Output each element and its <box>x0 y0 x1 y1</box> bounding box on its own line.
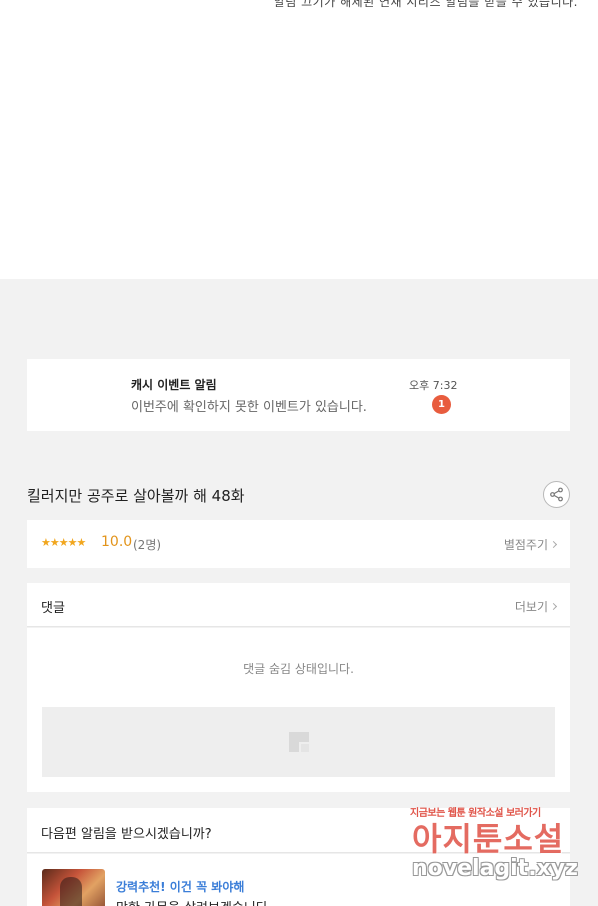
next-alarm-label: 다음편 알림을 받으시겠습니까? <box>41 827 212 842</box>
top-cut-text: 알림 끄기가 해제된 연재 시리즈 알림을 받을 수 있습니다. <box>273 0 578 9</box>
recommend-thumbnail <box>42 869 105 906</box>
recommend-tag: 강력추천! 이건 꼭 봐야해 <box>116 880 245 894</box>
episode-title: 킬러지만 공주로 살아볼까 해 48화 <box>27 487 245 505</box>
rating-count: (2명) <box>133 538 162 552</box>
recommend-item[interactable]: 강력추천! 이건 꼭 봐야해 망한 가문을 살려보겠습니다 <box>27 854 570 906</box>
notification-card[interactable]: 캐시 이벤트 알림 이번주에 확인하지 못한 이벤트가 있습니다. 오후 7:3… <box>27 359 570 431</box>
notification-body: 이번주에 확인하지 못한 이벤트가 있습니다. <box>131 400 367 415</box>
chevron-right-icon <box>549 540 558 549</box>
comments-body: 댓글 숨김 상태입니다. <box>27 628 570 792</box>
comments-hidden-message: 댓글 숨김 상태입니다. <box>243 662 354 676</box>
rating-bar: ★★★★★ 10.0 (2명) 별점주기 <box>27 520 570 568</box>
top-content-area: 알림 끄기가 해제된 연재 시리즈 알림을 받을 수 있습니다. <box>0 0 598 279</box>
rating-stars-icon: ★★★★★ <box>41 536 86 549</box>
next-alarm-header: 다음편 알림을 받으시겠습니까? <box>27 808 570 853</box>
chevron-right-icon <box>549 602 558 611</box>
recommend-title: 망한 가문을 살려보겠습니다 <box>116 897 268 906</box>
share-button[interactable] <box>543 481 570 508</box>
notification-time: 오후 7:32 <box>409 379 458 392</box>
share-icon <box>550 487 563 502</box>
comments-header: 댓글 더보기 <box>27 583 570 627</box>
notification-count-badge: 1 <box>432 395 451 414</box>
rating-score: 10.0 <box>101 534 133 550</box>
notification-title: 캐시 이벤트 알림 <box>131 378 217 392</box>
comments-label: 댓글 <box>41 601 65 616</box>
comments-more-button[interactable]: 더보기 <box>514 598 558 615</box>
image-placeholder-icon <box>288 732 309 752</box>
comments-more-label: 더보기 <box>514 600 548 614</box>
rate-button[interactable]: 별점주기 <box>503 536 558 553</box>
rate-button-label: 별점주기 <box>503 538 548 552</box>
ad-placeholder[interactable] <box>42 707 555 777</box>
